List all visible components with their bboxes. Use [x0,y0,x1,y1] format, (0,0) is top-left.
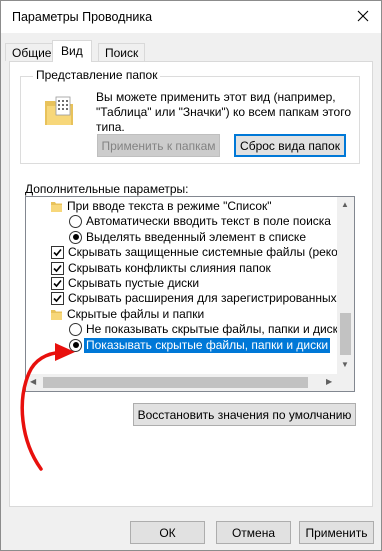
vertical-scrollbar[interactable]: ▲ ▼ [337,197,354,375]
ok-button[interactable]: ОК [130,521,205,544]
tree-row[interactable]: Автоматически вводить текст в поле поиск… [26,214,339,229]
restore-defaults-label: Восстановить значения по умолчанию [137,407,352,422]
checkbox[interactable] [51,292,64,306]
tab-view-label: Вид [61,44,83,58]
apply-to-folders-label: Применить к папкам [101,138,216,153]
tree-row-label: Скрывать конфликты слияния папок [68,260,271,275]
close-icon [357,10,369,22]
red-arrow-annotation [20,343,75,471]
reset-folders-button[interactable]: Сброс вида папок [234,134,346,157]
cancel-label: Отмена [231,525,276,540]
apply-to-folders-button[interactable]: Применить к папкам [97,134,220,157]
scroll-right-icon[interactable]: ▶ [326,377,332,386]
tab-search-label: Поиск [105,46,139,60]
tree-row-label: Скрывать расширения для зарегистрированн… [68,291,355,306]
tree-row[interactable]: Скрывать расширения для зарегистрированн… [26,291,354,306]
reset-folders-label: Сброс вида папок [240,138,340,153]
tree-row[interactable]: При вводе текста в режиме "Список" [26,199,339,214]
tree-row-label: Выделять введенный элемент в списке [86,229,306,244]
checkbox[interactable] [51,246,64,260]
apply-button[interactable]: Применить [299,521,374,544]
tab-view[interactable]: Вид [52,40,92,62]
tab-general[interactable]: Общие [5,43,59,61]
tree-row[interactable]: Скрывать защищенные системные файлы (рек… [26,245,354,260]
tree-row-label: Скрывать пустые диски [68,275,200,290]
tree-row[interactable]: Скрывать пустые диски [26,276,339,291]
window-title: Параметры Проводника [12,10,153,24]
tree-row-label: При вводе текста в режиме "Список" [67,199,272,213]
tree-row-label: Не показывать скрытые файлы, папки и дис… [86,322,345,337]
scroll-up-icon[interactable]: ▲ [341,200,349,209]
explorer-options-window: Параметры Проводника Общие Вид Поиск Пре… [0,0,382,551]
restore-defaults-button[interactable]: Восстановить значения по умолчанию [133,403,356,426]
advanced-settings-list: При вводе текста в режиме "Список" Автома… [26,199,354,353]
scroll-down-icon[interactable]: ▼ [341,360,349,369]
folder-view-description: Вы можете применить этот вид (например, … [96,90,351,134]
tab-general-label: Общие [12,46,52,60]
tree-row-label: Скрытые файлы и папки [67,306,205,321]
folder-view-icon [45,96,73,125]
tree-row-label: Автоматически вводить текст в поле поиск… [86,214,331,229]
folder-view-group-title: Представление папок [33,68,161,82]
radio-button[interactable] [69,215,82,229]
radio-button[interactable] [69,230,82,244]
scrollbar-corner [337,374,354,391]
advanced-settings-label: Дополнительные параметры: [25,182,189,196]
close-button[interactable] [345,1,381,31]
cancel-button[interactable]: Отмена [216,521,291,544]
checkbox[interactable] [51,276,64,290]
vertical-scroll-thumb[interactable] [340,313,351,355]
folder-icon [51,309,62,320]
folder-icon [51,202,62,212]
title-bar: Параметры Проводника [1,1,381,33]
tree-row[interactable]: Скрывать конфликты слияния папок [26,261,339,276]
tree-row-label: Показывать скрытые файлы, папки и диски [84,337,331,353]
tree-row[interactable]: Выделять введенный элемент в списке [26,230,339,245]
tab-search[interactable]: Поиск [98,43,146,61]
ok-label: ОК [159,525,176,540]
checkbox[interactable] [51,261,64,275]
apply-label: Применить [305,525,368,540]
tree-row[interactable]: Скрытые файлы и папки [26,307,339,322]
tree-row-label: Скрывать защищенные системные файлы (рек… [68,245,355,260]
